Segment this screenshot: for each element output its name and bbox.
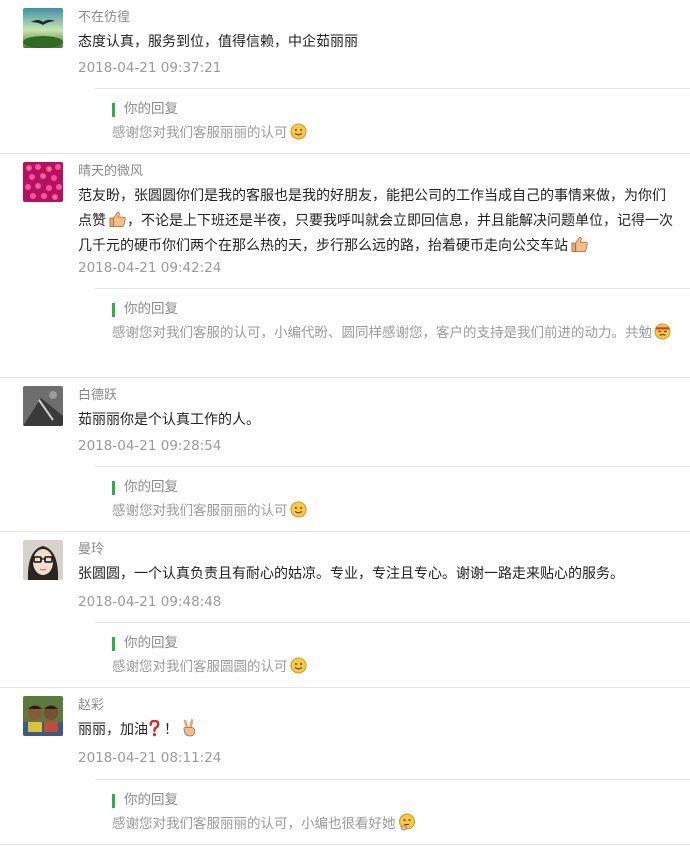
reply-block: 你的回复 感谢您对我们客服丽丽的认可 [95,88,690,155]
reply-text: 感谢您对我们客服丽丽的认可 [112,499,672,523]
user-name[interactable]: 晴天的微风 [78,163,143,181]
comment-text: 茹丽丽你是个认真工作的人。 [78,408,674,433]
reply-text-body: 感谢您对我们客服丽丽的认可，小编也很看好她 [112,816,396,832]
reply-accent-bar [112,637,115,651]
thumbs-up-emoji-icon [108,210,127,228]
comment-text-body: 丽丽，加油 [78,722,148,738]
comment-time: 2018-04-21 08:11:24 [78,750,222,766]
comment-text-tail: ！ [164,722,178,738]
comment-time: 2018-04-21 09:28:54 [78,438,222,454]
comment-item: 赵彩 丽丽，加油 ！ 2018-04-21 08:11:24 你的回复 感谢您对我… [0,688,690,845]
reply-block: 你的回复 感谢您对我们客服丽丽的认可，小编也很看好她 [95,779,690,846]
reply-text-body: 感谢您对我们客服丽丽的认可 [112,503,288,519]
reply-block: 你的回复 感谢您对我们客服圆圆的认可 [95,622,690,689]
avatar[interactable] [23,8,63,48]
reply-text-body: 感谢您对我们客服丽丽的认可 [112,125,288,141]
gray-photo-icon [23,386,63,426]
reply-accent-bar [112,481,115,495]
reply-accent-bar [112,303,115,317]
comment-time: 2018-04-21 09:42:24 [78,260,222,276]
comment-text: 丽丽，加油 ！ [78,718,674,743]
comment-item: 不在彷徨 态度认真，服务到位，值得信赖，中企茹丽丽 2018-04-21 09:… [0,0,690,154]
comment-item: 白德跃 茹丽丽你是个认真工作的人。 2018-04-21 09:28:54 你的… [0,378,690,532]
user-name[interactable]: 不在彷徨 [78,9,130,27]
reply-label: 你的回复 [124,301,178,317]
comment-text: 范友盼，张圆圆你们是我的客服也是我的好朋友，能把公司的工作当成自己的事情来做，为… [78,184,674,259]
determined-emoji-icon [654,323,671,340]
thumbs-up-emoji-icon [570,235,589,253]
reply-block: 你的回复 感谢您对我们客服丽丽的认可 [95,466,690,533]
comment-text-body: 茹丽丽你是个认真工作的人。 [78,412,260,428]
avatar[interactable] [23,696,63,736]
kids-photo-icon [23,696,63,736]
avatar[interactable] [23,540,63,580]
reply-accent-bar [112,103,115,117]
smile-emoji-icon [289,501,307,518]
question-mark-emoji-icon [148,720,160,737]
comment-text-body: 张圆圆，一个认真负责且有耐心的姑凉。专业，专注且专心。谢谢一路走来贴心的服务。 [78,566,624,582]
flowers-photo-icon [23,162,63,202]
user-name[interactable]: 赵彩 [78,697,104,715]
reply-label: 你的回复 [124,792,178,808]
comment-text: 态度认真，服务到位，值得信赖，中企茹丽丽 [78,30,674,55]
avatar[interactable] [23,386,63,426]
user-name[interactable]: 曼玲 [78,541,104,559]
comment-time: 2018-04-21 09:48:48 [78,594,222,610]
smile-emoji-icon [289,123,307,140]
reply-label: 你的回复 [124,101,178,117]
user-name[interactable]: 白德跃 [78,387,117,405]
reply-text-body: 感谢您对我们客服的认可，小编代盼、圆同样感谢您，客户的支持是我们前进的动力。共勉 [112,325,652,341]
comment-time: 2018-04-21 09:37:21 [78,60,222,76]
reply-accent-bar [112,794,115,808]
comment-text-body: 态度认真，服务到位，值得信赖，中企茹丽丽 [78,34,358,50]
smile-emoji-icon [289,657,307,674]
comment-item: 晴天的微风 范友盼，张圆圆你们是我的客服也是我的好朋友，能把公司的工作当成自己的… [0,154,690,378]
thinking-emoji-icon [398,813,416,831]
comment-text: 张圆圆，一个认真负责且有耐心的姑凉。专业，专注且专心。谢谢一路走来贴心的服务。 [78,562,674,587]
bird-landscape-icon [23,8,63,48]
reply-text: 感谢您对我们客服丽丽的认可 [112,121,672,145]
avatar[interactable] [23,162,63,202]
reply-text: 感谢您对我们客服圆圆的认可 [112,655,672,679]
comment-item: 曼玲 张圆圆，一个认真负责且有耐心的姑凉。专业，专注且专心。谢谢一路走来贴心的服… [0,532,690,688]
reply-label: 你的回复 [124,635,178,651]
reply-label: 你的回复 [124,479,178,495]
reply-block: 你的回复 感谢您对我们客服的认可，小编代盼、圆同样感谢您，客户的支持是我们前进的… [95,288,690,379]
victory-hand-emoji-icon [180,719,198,737]
comment-list: 不在彷徨 态度认真，服务到位，值得信赖，中企茹丽丽 2018-04-21 09:… [0,0,690,845]
reply-text: 感谢您对我们客服的认可，小编代盼、圆同样感谢您，客户的支持是我们前进的动力。共勉 [112,321,672,345]
girl-glasses-photo-icon [23,540,63,580]
reply-text-body: 感谢您对我们客服圆圆的认可 [112,659,288,675]
reply-text: 感谢您对我们客服丽丽的认可，小编也很看好她 [112,812,672,836]
